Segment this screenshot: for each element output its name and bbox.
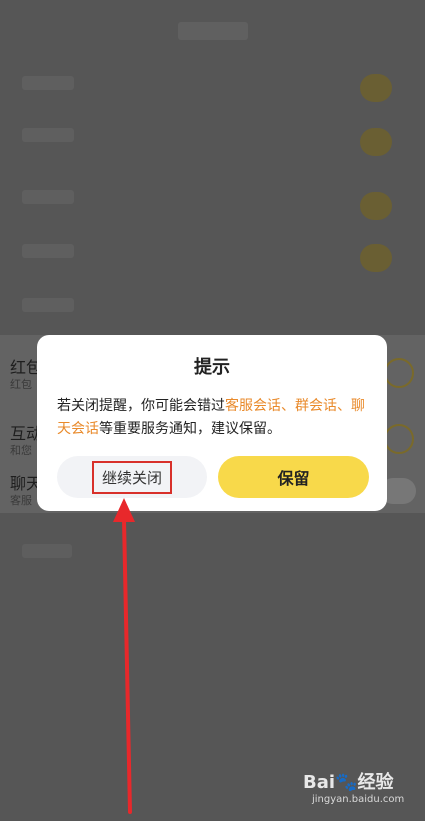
watermark-logo: Bai🐾经验 — [303, 772, 394, 793]
annotation-arrow-icon — [113, 498, 135, 814]
arrow-head — [113, 498, 135, 522]
watermark-url: jingyan.baidu.com — [312, 794, 405, 805]
arrow-shaft — [122, 518, 132, 814]
baidu-jingyan-watermark: Bai🐾经验 jingyan.baidu.com — [303, 768, 413, 812]
